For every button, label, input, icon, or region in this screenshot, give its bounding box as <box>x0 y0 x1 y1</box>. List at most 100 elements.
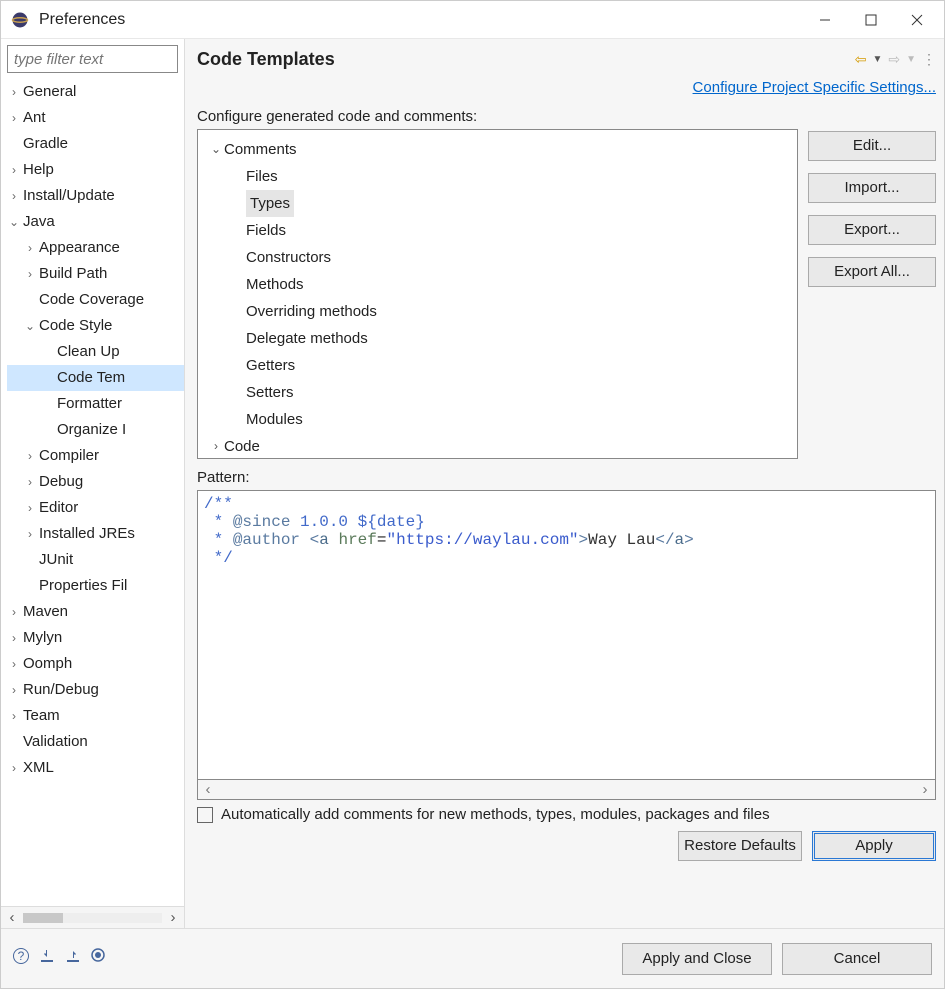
nav-help[interactable]: Help <box>23 157 56 183</box>
tree-methods[interactable]: Methods <box>246 271 304 298</box>
nav-installed-jres[interactable]: Installed JREs <box>39 521 137 547</box>
tree-fields[interactable]: Fields <box>246 217 286 244</box>
expand-icon[interactable]: › <box>7 755 21 781</box>
nav-validation[interactable]: Validation <box>23 729 90 755</box>
scroll-right-icon[interactable]: › <box>162 909 184 926</box>
import-prefs-icon[interactable] <box>39 948 55 969</box>
titlebar: Preferences <box>1 1 944 39</box>
expand-icon[interactable]: › <box>7 105 21 131</box>
nav-properties-files[interactable]: Properties Fil <box>39 573 129 599</box>
expand-icon[interactable]: › <box>7 183 21 209</box>
page-toolbar: ⇦ ▼ ⇨ ▼ ⋮ <box>855 51 936 68</box>
nav-run-debug[interactable]: Run/Debug <box>23 677 101 703</box>
tree-code[interactable]: Code <box>224 433 260 459</box>
cancel-button[interactable]: Cancel <box>782 943 932 975</box>
expand-icon[interactable]: › <box>7 79 21 105</box>
apply-button[interactable]: Apply <box>812 831 936 861</box>
expand-icon[interactable]: › <box>23 261 37 287</box>
expand-icon[interactable]: › <box>7 651 21 677</box>
tree-delegate[interactable]: Delegate methods <box>246 325 368 352</box>
record-icon[interactable] <box>91 948 105 969</box>
nav-organize-imports[interactable]: Organize I <box>57 417 128 443</box>
project-settings-link[interactable]: Configure Project Specific Settings... <box>693 79 936 96</box>
restore-defaults-button[interactable]: Restore Defaults <box>678 831 802 861</box>
nav-debug[interactable]: Debug <box>39 469 85 495</box>
forward-arrow-icon[interactable]: ⇨ <box>888 51 900 68</box>
expand-icon[interactable]: › <box>23 495 37 521</box>
tree-comments[interactable]: Comments <box>224 136 297 163</box>
export-prefs-icon[interactable] <box>65 948 81 969</box>
template-tree[interactable]: ⌄Comments ·Files ·Types ·Fields ·Constru… <box>197 129 798 459</box>
expand-icon[interactable]: › <box>208 433 224 459</box>
nav-code-templates[interactable]: Code Tem <box>57 365 127 391</box>
page-title: Code Templates <box>197 49 335 70</box>
nav-oomph[interactable]: Oomph <box>23 651 74 677</box>
nav-java[interactable]: Java <box>23 209 57 235</box>
expand-icon[interactable]: › <box>7 677 21 703</box>
nav-clean-up[interactable]: Clean Up <box>57 339 122 365</box>
window-title: Preferences <box>39 11 802 29</box>
back-arrow-icon[interactable]: ⇦ <box>855 51 867 68</box>
auto-comments-checkbox[interactable] <box>197 807 213 823</box>
export-all-button[interactable]: Export All... <box>808 257 936 287</box>
nav-xml[interactable]: XML <box>23 755 56 781</box>
apply-and-close-button[interactable]: Apply and Close <box>622 943 772 975</box>
pattern-textarea[interactable]: /** * @since 1.0.0 ${date} * @author <a … <box>197 490 936 780</box>
view-menu-icon[interactable]: ⋮ <box>922 51 936 68</box>
nav-ant[interactable]: Ant <box>23 105 48 131</box>
tree-constructors[interactable]: Constructors <box>246 244 331 271</box>
back-dropdown-icon[interactable]: ▼ <box>872 54 882 65</box>
filter-input[interactable] <box>7 45 178 73</box>
tree-types[interactable]: Types <box>246 190 294 217</box>
maximize-button[interactable] <box>848 4 894 36</box>
dialog-footer: ? Apply and Close Cancel <box>1 928 944 988</box>
nav-mylyn[interactable]: Mylyn <box>23 625 64 651</box>
help-icon[interactable]: ? <box>13 948 29 964</box>
expand-icon[interactable]: › <box>23 469 37 495</box>
pattern-label: Pattern: <box>197 469 936 486</box>
tree-files[interactable]: Files <box>246 163 278 190</box>
close-button[interactable] <box>894 4 940 36</box>
export-button[interactable]: Export... <box>808 215 936 245</box>
expand-icon[interactable]: › <box>23 443 37 469</box>
scroll-left-icon[interactable]: ‹ <box>1 909 23 926</box>
expand-icon[interactable]: › <box>23 521 37 547</box>
collapse-icon[interactable]: ⌄ <box>7 209 21 235</box>
nav-install-update[interactable]: Install/Update <box>23 183 117 209</box>
scroll-right-icon[interactable]: › <box>915 781 935 798</box>
nav-junit[interactable]: JUnit <box>39 547 75 573</box>
nav-build-path[interactable]: Build Path <box>39 261 109 287</box>
collapse-icon[interactable]: ⌄ <box>23 313 37 339</box>
nav-editor[interactable]: Editor <box>39 495 80 521</box>
scroll-left-icon[interactable]: ‹ <box>198 781 218 798</box>
nav-appearance[interactable]: Appearance <box>39 235 122 261</box>
expand-icon[interactable]: › <box>7 625 21 651</box>
sidebar-hscrollbar[interactable]: ‹ › <box>1 906 184 928</box>
nav-code-style[interactable]: Code Style <box>39 313 114 339</box>
expand-icon[interactable]: › <box>7 703 21 729</box>
configure-label: Configure generated code and comments: <box>197 108 936 125</box>
nav-maven[interactable]: Maven <box>23 599 70 625</box>
tree-getters[interactable]: Getters <box>246 352 295 379</box>
preferences-tree[interactable]: ›General ›Ant ·Gradle ›Help ›Install/Upd… <box>1 75 184 906</box>
expand-icon[interactable]: › <box>23 235 37 261</box>
nav-compiler[interactable]: Compiler <box>39 443 101 469</box>
expand-icon[interactable]: › <box>7 157 21 183</box>
tree-modules[interactable]: Modules <box>246 406 303 433</box>
import-button[interactable]: Import... <box>808 173 936 203</box>
expand-icon[interactable]: › <box>7 599 21 625</box>
nav-gradle[interactable]: Gradle <box>23 131 70 157</box>
collapse-icon[interactable]: ⌄ <box>208 136 224 163</box>
minimize-button[interactable] <box>802 4 848 36</box>
auto-comments-label: Automatically add comments for new metho… <box>221 806 770 823</box>
nav-general[interactable]: General <box>23 79 78 105</box>
edit-button[interactable]: Edit... <box>808 131 936 161</box>
nav-formatter[interactable]: Formatter <box>57 391 124 417</box>
tree-overriding[interactable]: Overriding methods <box>246 298 377 325</box>
tree-setters[interactable]: Setters <box>246 379 294 406</box>
pattern-hscrollbar[interactable]: ‹ › <box>197 780 936 800</box>
nav-code-coverage[interactable]: Code Coverage <box>39 287 146 313</box>
content-area: Code Templates ⇦ ▼ ⇨ ▼ ⋮ Configure Proje… <box>185 39 944 928</box>
nav-team[interactable]: Team <box>23 703 62 729</box>
forward-dropdown-icon[interactable]: ▼ <box>906 54 916 65</box>
